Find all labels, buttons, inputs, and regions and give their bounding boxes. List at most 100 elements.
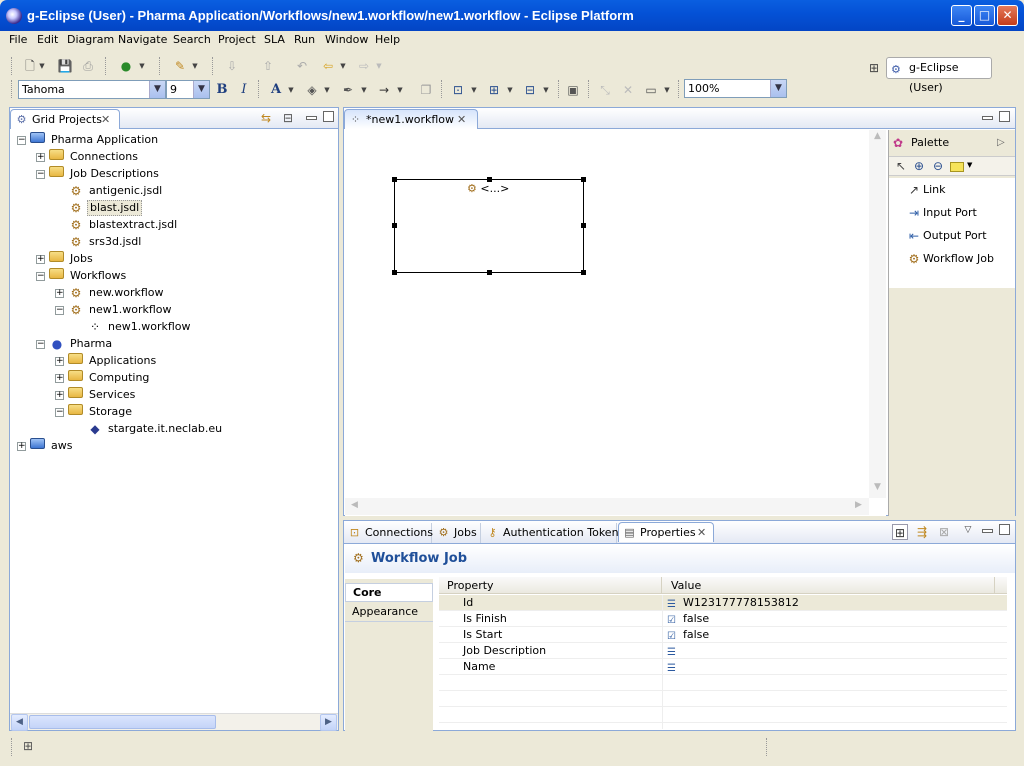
collapse-icon[interactable]: − <box>36 272 45 281</box>
menu-navigate[interactable]: Navigate <box>118 33 167 46</box>
fill-color-dropdown-icon[interactable]: ▼ <box>323 82 331 98</box>
fill-color-icon[interactable]: ◈ <box>304 82 320 98</box>
property-value[interactable]: ☑ false <box>667 611 709 627</box>
tree-item[interactable]: + Applications <box>10 353 330 369</box>
expand-icon[interactable]: + <box>36 255 45 264</box>
view-menu-icon[interactable]: ▽ <box>960 522 976 538</box>
tree-item[interactable]: + Jobs <box>10 251 330 267</box>
menu-help[interactable]: Help <box>375 33 400 46</box>
menu-project[interactable]: Project <box>218 33 256 46</box>
workflow-job-node[interactable]: ⚙ <...> <box>392 177 586 275</box>
close-window-button[interactable]: ✕ <box>997 5 1018 26</box>
selection-handle[interactable] <box>487 177 492 182</box>
font-color-button[interactable]: A <box>268 82 284 98</box>
perspective-button[interactable]: ⚙ g-Eclipse (User) <box>886 57 992 94</box>
next-annotation-icon[interactable]: ⇩ <box>224 58 240 74</box>
tab-properties[interactable]: ▤ Properties ✕ <box>618 522 714 542</box>
forward-dropdown-icon[interactable]: ▼ <box>375 58 383 74</box>
expand-icon[interactable]: + <box>36 153 45 162</box>
chevron-down-icon[interactable]: ▼ <box>193 81 209 98</box>
select-all-icon[interactable]: ⊡ <box>450 82 466 98</box>
scroll-down-button[interactable]: ▼ <box>870 482 885 497</box>
wand-icon[interactable]: ✎ <box>172 58 188 74</box>
expand-icon[interactable]: + <box>55 357 64 366</box>
column-header-value[interactable]: Value <box>671 577 701 594</box>
maximize-view-button[interactable] <box>999 524 1010 535</box>
selection-handle[interactable] <box>581 177 586 182</box>
menu-edit[interactable]: Edit <box>37 33 58 46</box>
save-icon[interactable]: 💾 <box>57 58 73 74</box>
italic-button[interactable]: I <box>236 82 252 98</box>
palette-collapse-icon[interactable]: ▷ <box>997 132 1005 154</box>
zoom-combo[interactable]: 100% ▼ <box>684 79 787 98</box>
zoom-in-icon[interactable]: ⊕ <box>911 158 927 174</box>
font-size-combo[interactable]: 9 ▼ <box>166 80 210 99</box>
selection-handle[interactable] <box>392 177 397 182</box>
line-style-dropdown-icon[interactable]: ▼ <box>396 82 404 98</box>
chevron-down-icon[interactable]: ▼ <box>770 80 786 97</box>
align-icon[interactable]: ⊟ <box>522 82 538 98</box>
collapse-icon[interactable]: − <box>17 136 26 145</box>
column-header-property[interactable]: Property <box>447 577 494 594</box>
line-style-icon[interactable]: → <box>376 82 392 98</box>
menu-search[interactable]: Search <box>173 33 211 46</box>
property-value[interactable]: ☰ W123177778153812 <box>667 595 799 611</box>
close-icon[interactable]: ✕ <box>457 110 466 129</box>
side-tab-appearance[interactable]: Appearance <box>345 603 433 622</box>
print-icon[interactable]: ⎙ <box>80 58 96 74</box>
collapse-all-icon[interactable]: ⊟ <box>280 110 296 126</box>
property-row[interactable]: Job Description ☰ <box>439 643 1007 659</box>
palette-item-output-port[interactable]: ⇤ Output Port <box>906 227 987 245</box>
line-color-dropdown-icon[interactable]: ▼ <box>360 82 368 98</box>
link-with-editor-icon[interactable]: ⇆ <box>258 110 274 126</box>
collapse-icon[interactable]: − <box>36 340 45 349</box>
tree-item[interactable]: + ⚙ new.workflow <box>10 285 330 301</box>
expand-icon[interactable]: + <box>55 391 64 400</box>
property-row[interactable]: Id ☰ W123177778153812 <box>439 595 1007 611</box>
tree-item[interactable]: ⚙ blast.jsdl <box>10 200 330 216</box>
scroll-thumb[interactable] <box>29 715 216 729</box>
new-icon[interactable]: 🗋 <box>22 58 38 74</box>
minimize-window-button[interactable]: _ <box>951 5 972 26</box>
selection-handle[interactable] <box>392 270 397 275</box>
run-icon[interactable]: ● <box>118 58 134 74</box>
side-tab-core[interactable]: Core <box>345 583 433 602</box>
property-value[interactable]: ☰ <box>667 643 683 659</box>
line-width-dropdown-icon[interactable]: ▼ <box>663 82 671 98</box>
new-dropdown-icon[interactable]: ▼ <box>38 58 46 74</box>
selection-handle[interactable] <box>581 270 586 275</box>
palette-item-input-port[interactable]: ⇥ Input Port <box>906 204 977 222</box>
tab-jobs[interactable]: ⚙ Jobs <box>433 523 481 543</box>
scroll-left-button[interactable]: ◀ <box>11 714 28 731</box>
tree-item[interactable]: ◆ stargate.it.neclab.eu <box>10 421 330 437</box>
tree-item[interactable]: + Services <box>10 387 330 403</box>
restore-default-icon[interactable]: ⊠ <box>936 524 952 540</box>
select-dropdown-icon[interactable]: ▼ <box>470 82 478 98</box>
back-dropdown-icon[interactable]: ▼ <box>339 58 347 74</box>
tree-item[interactable]: − Storage <box>10 404 330 420</box>
tab-connections[interactable]: ⊡ Connections <box>344 523 433 543</box>
select-tool-icon[interactable]: ↖ <box>893 158 909 174</box>
property-row[interactable]: Is Finish ☑ false <box>439 611 1007 627</box>
copy-appearance-icon[interactable]: ❐ <box>418 82 434 98</box>
note-icon[interactable] <box>950 162 964 172</box>
property-value[interactable]: ☰ <box>667 659 683 675</box>
route-icon[interactable]: ⤡ <box>597 82 613 98</box>
property-row[interactable]: Is Start ☑ false <box>439 627 1007 643</box>
line-color-icon[interactable]: ✒ <box>340 82 356 98</box>
maximize-view-button[interactable] <box>323 111 334 122</box>
menu-sla[interactable]: SLA <box>264 33 285 46</box>
run-dropdown-icon[interactable]: ▼ <box>138 58 146 74</box>
scroll-left-button[interactable]: ◀ <box>347 500 362 513</box>
property-row[interactable]: Name ☰ <box>439 659 1007 675</box>
tree-item[interactable]: ⚙ blastextract.jsdl <box>10 217 330 233</box>
prev-annotation-icon[interactable]: ⇧ <box>260 58 276 74</box>
menu-run[interactable]: Run <box>294 33 315 46</box>
property-value[interactable]: ☑ false <box>667 627 709 643</box>
align-dropdown-icon[interactable]: ▼ <box>542 82 550 98</box>
minimize-editor-button[interactable] <box>982 116 993 120</box>
menu-file[interactable]: File <box>9 33 27 46</box>
tree-item[interactable]: − ● Pharma <box>10 336 330 352</box>
expand-icon[interactable]: + <box>17 442 26 451</box>
expand-icon[interactable]: + <box>55 374 64 383</box>
